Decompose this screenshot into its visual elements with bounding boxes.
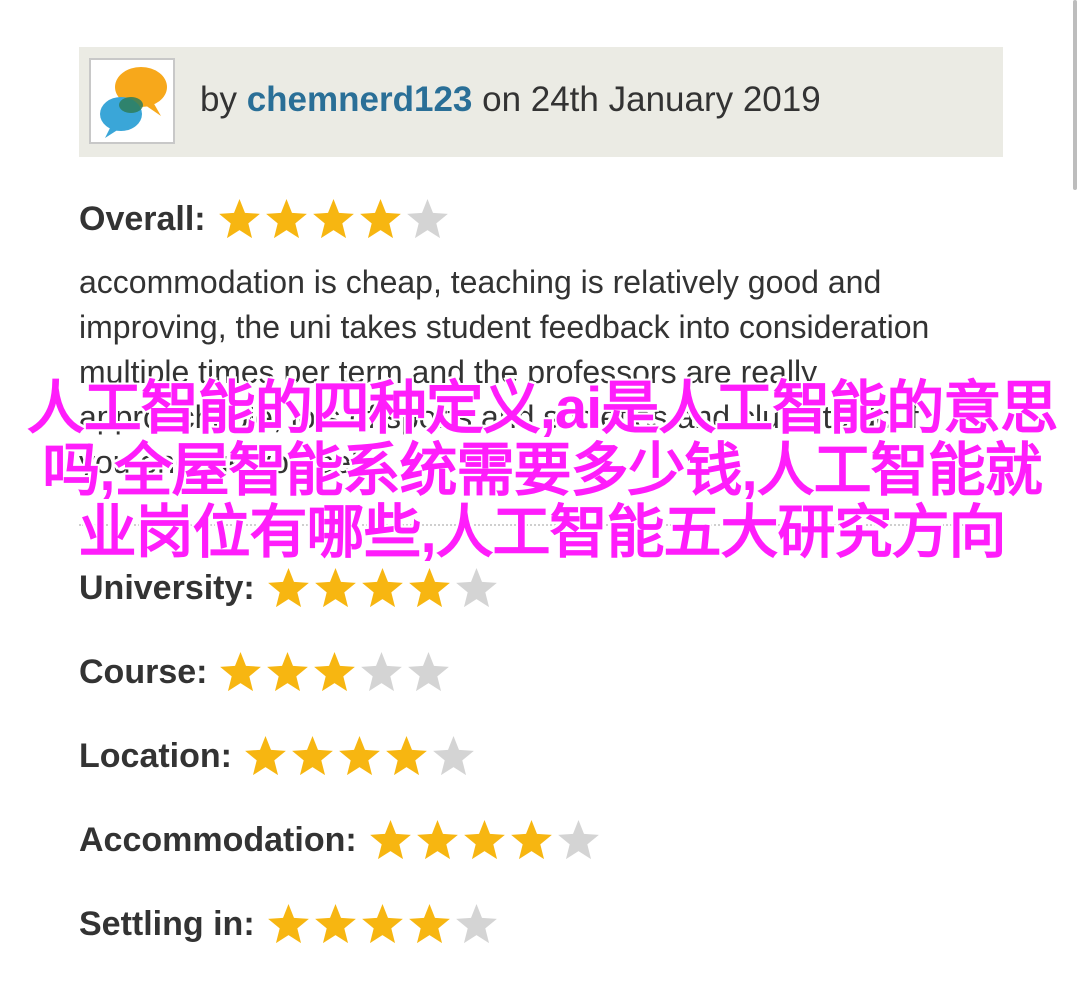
star-empty-icon [361, 651, 403, 691]
rating-label: Accommodation: [79, 820, 357, 859]
star-filled-icon [267, 903, 309, 943]
star-empty-icon [557, 819, 599, 859]
star-empty-icon [408, 651, 450, 691]
by-prefix: by [200, 80, 247, 119]
star-filled-icon [245, 735, 286, 775]
rating-settling-in: Settling in: [79, 900, 500, 948]
star-filled-icon [314, 567, 356, 607]
avatar[interactable] [89, 58, 175, 144]
star-rating [242, 733, 477, 780]
star-filled-icon [361, 903, 403, 943]
overlay-watermark-text: 人工智能的四种定义,ai是人工智能的意思吗,全屋智能系统需要多少钱,人工智能就业… [26, 376, 1059, 565]
star-filled-icon [359, 198, 401, 238]
star-filled-icon [408, 903, 450, 943]
star-filled-icon [218, 198, 260, 238]
byline: by chemnerd123 on 24th January 2019 [200, 80, 821, 120]
star-filled-icon [292, 735, 333, 775]
author-link[interactable]: chemnerd123 [247, 80, 473, 119]
star-filled-icon [267, 651, 309, 691]
star-rating [217, 649, 452, 696]
rating-label: Overall: [79, 199, 206, 238]
rating-label: Location: [79, 736, 232, 775]
rating-location: Location: [79, 732, 477, 780]
star-empty-icon [406, 198, 448, 238]
star-empty-icon [455, 903, 497, 943]
overall-rating: Overall: [79, 195, 451, 243]
star-filled-icon [369, 819, 411, 859]
star-rating [216, 196, 451, 243]
star-rating [265, 565, 500, 612]
star-filled-icon [220, 651, 262, 691]
rating-label: University: [79, 568, 255, 607]
star-empty-icon [433, 735, 474, 775]
star-filled-icon [314, 651, 356, 691]
star-filled-icon [510, 819, 552, 859]
review-header: by chemnerd123 on 24th January 2019 [79, 47, 1003, 157]
rating-label: Settling in: [79, 904, 255, 943]
star-filled-icon [339, 735, 380, 775]
rating-course: Course: [79, 648, 452, 696]
review-date: on 24th January 2019 [472, 80, 821, 119]
star-rating [367, 817, 602, 864]
scrollbar[interactable] [1073, 0, 1077, 190]
star-filled-icon [463, 819, 505, 859]
rating-label: Course: [79, 652, 208, 691]
star-filled-icon [386, 735, 427, 775]
star-filled-icon [312, 198, 354, 238]
speech-bubbles-icon [100, 67, 167, 138]
star-filled-icon [314, 903, 356, 943]
star-filled-icon [416, 819, 458, 859]
star-empty-icon [455, 567, 497, 607]
star-rating [265, 901, 500, 948]
star-filled-icon [361, 567, 403, 607]
star-filled-icon [267, 567, 309, 607]
star-filled-icon [408, 567, 450, 607]
rating-university: University: [79, 564, 500, 612]
rating-accommodation: Accommodation: [79, 816, 602, 864]
star-filled-icon [265, 198, 307, 238]
